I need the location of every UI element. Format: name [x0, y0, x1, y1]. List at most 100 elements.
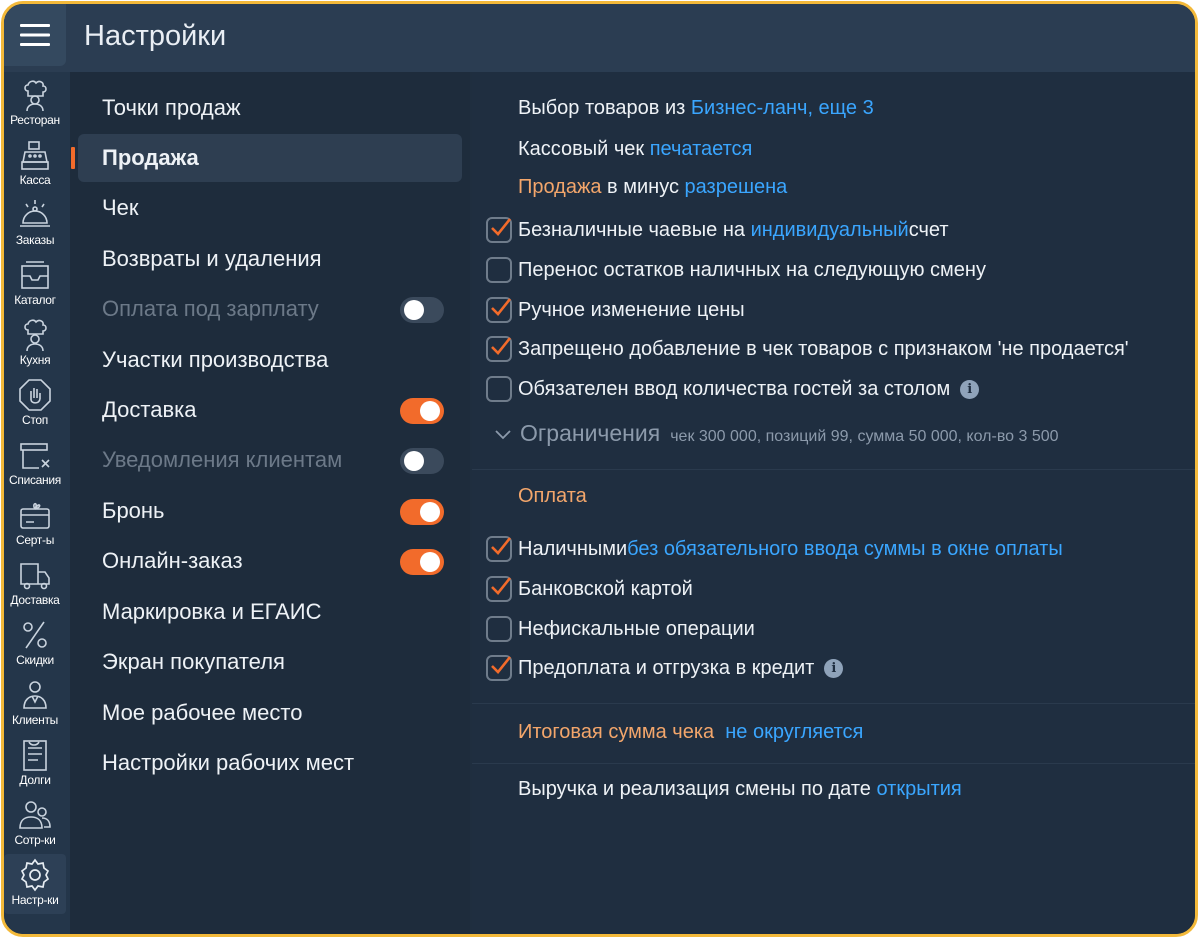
nav-certificates[interactable]: Серт-ы	[4, 494, 66, 554]
checkbox[interactable]	[486, 376, 512, 402]
option-link[interactable]: без обязательного ввода суммы в окне опл…	[627, 538, 1063, 561]
nav-delivery[interactable]: Доставка	[4, 554, 66, 614]
menu-item-label: Онлайн-заказ	[102, 548, 243, 573]
divider	[472, 763, 1195, 764]
nav-settings[interactable]: Настр-ки	[4, 854, 66, 914]
receipt-label: Кассовый чек	[518, 138, 650, 160]
checkbox[interactable]	[486, 616, 512, 642]
client-notifications-toggle[interactable]	[400, 448, 444, 474]
checkbox[interactable]	[486, 336, 512, 362]
settings-content: Выбор товаров из Бизнес-ланч, еще 3 Касс…	[472, 72, 1195, 934]
nav-staff[interactable]: Сотр-ки	[4, 794, 66, 854]
option-guest-count[interactable]: Обязателен ввод количества гостей за сто…	[486, 376, 980, 402]
app-window: Настройки Ресторан Касса Заказы Каталог …	[1, 1, 1198, 937]
toggle-knob	[420, 552, 440, 572]
menu-item-sales-points[interactable]: Точки продаж	[78, 84, 462, 132]
checkbox[interactable]	[486, 217, 512, 243]
nav-label: Касса	[19, 173, 51, 187]
toggle-knob	[404, 451, 424, 471]
checkbox[interactable]	[486, 257, 512, 283]
goods-choice-row: Выбор товаров из Бизнес-ланч, еще 3	[518, 97, 874, 120]
booking-toggle[interactable]	[400, 499, 444, 525]
negative-sale-label: в минус	[601, 176, 685, 198]
menu-item-sale[interactable]: Продажа	[71, 134, 462, 182]
nav-writeoff[interactable]: Списания	[4, 434, 66, 494]
revenue-link[interactable]: открытия	[876, 778, 961, 800]
menu-item-client-notifications[interactable]: Уведомления клиентам	[78, 436, 462, 484]
nav-restaurant[interactable]: Ресторан	[4, 74, 66, 134]
negative-sale-row: Продажа в минус разрешена	[518, 176, 787, 199]
receipt-link[interactable]: печатается	[650, 138, 753, 160]
check-icon	[491, 656, 512, 674]
delivery-toggle[interactable]	[400, 398, 444, 424]
option-cash-payment[interactable]: Наличными без обязательного ввода суммы …	[486, 536, 1063, 562]
option-cash-transfer[interactable]: Перенос остатков наличных на следующую с…	[486, 257, 986, 283]
chevron-down-icon	[495, 430, 511, 440]
option-nonfiscal[interactable]: Нефискальные операции	[486, 616, 755, 642]
salary-payment-toggle[interactable]	[400, 297, 444, 323]
divider	[472, 703, 1195, 704]
checkbox[interactable]	[486, 297, 512, 323]
checkbox[interactable]	[486, 536, 512, 562]
option-link[interactable]: индивидуальный	[751, 219, 909, 242]
checkbox[interactable]	[486, 655, 512, 681]
nav-label: Кухня	[19, 353, 51, 367]
menu-item-label: Настройки рабочих мест	[102, 750, 355, 775]
checkbox[interactable]	[486, 576, 512, 602]
nav-label: Долги	[19, 773, 51, 787]
online-order-toggle[interactable]	[400, 549, 444, 575]
nav-label: Заказы	[15, 233, 55, 247]
nav-label: Настр-ки	[11, 893, 59, 907]
nav-catalog[interactable]: Каталог	[4, 254, 66, 314]
goods-choice-link[interactable]: Бизнес-ланч, еще 3	[691, 97, 874, 119]
option-manual-price[interactable]: Ручное изменение цены	[486, 297, 745, 323]
nav-cashier[interactable]: Касса	[4, 134, 66, 194]
nav-clients[interactable]: Клиенты	[4, 674, 66, 734]
menu-item-label: Продажа	[102, 145, 199, 170]
check-icon	[491, 218, 512, 236]
nav-label: Стоп	[22, 413, 48, 427]
hamburger-icon	[20, 24, 50, 46]
nav-stop[interactable]: Стоп	[4, 374, 66, 434]
option-label: Обязателен ввод количества гостей за сто…	[518, 377, 951, 400]
hamburger-menu-button[interactable]	[4, 4, 66, 66]
percent-icon	[23, 621, 47, 649]
nav-debts[interactable]: Долги	[4, 734, 66, 794]
limits-expander[interactable]: Ограничения чек 300 000, позиций 99, сум…	[494, 420, 1059, 447]
check-icon	[491, 537, 512, 555]
menu-item-salary-payment[interactable]: Оплата под зарплату	[78, 285, 462, 333]
option-label: Предоплата и отгрузка в кредит	[518, 656, 815, 679]
menu-item-delivery[interactable]: Доставка	[78, 386, 462, 434]
option-cashless-tips[interactable]: Безналичные чаевые на индивидуальный сче…	[486, 217, 949, 243]
client-icon	[23, 681, 47, 709]
menu-item-booking[interactable]: Бронь	[78, 487, 462, 535]
menu-item-online-order[interactable]: Онлайн-заказ	[78, 537, 462, 585]
menu-item-customer-display[interactable]: Экран покупателя	[78, 638, 462, 686]
option-prepayment-credit[interactable]: Предоплата и отгрузка в кредит i	[486, 655, 844, 681]
menu-item-production-areas[interactable]: Участки производства	[78, 336, 462, 384]
menu-item-label: Маркировка и ЕГАИС	[102, 599, 322, 624]
nav-discounts[interactable]: Скидки	[4, 614, 66, 674]
cook-icon	[24, 319, 47, 352]
catalog-box-icon	[21, 261, 49, 289]
check-icon	[491, 337, 512, 355]
writeoff-icon	[20, 443, 50, 469]
revenue-row: Выручка и реализация смены по дате откры…	[518, 778, 962, 801]
goods-choice-label: Выбор товаров из	[518, 97, 691, 119]
nav-orders[interactable]: Заказы	[4, 194, 66, 254]
option-forbid-not-for-sale[interactable]: Запрещено добавление в чек товаров с при…	[486, 336, 1129, 362]
menu-item-label: Возвраты и удаления	[102, 246, 322, 271]
info-icon[interactable]: i	[960, 379, 980, 399]
menu-item-returns[interactable]: Возвраты и удаления	[78, 235, 462, 283]
nav-kitchen[interactable]: Кухня	[4, 314, 66, 374]
info-icon[interactable]: i	[824, 658, 844, 678]
rounding-link[interactable]: не округляется	[725, 721, 863, 743]
menu-item-workplace-settings[interactable]: Настройки рабочих мест	[78, 739, 462, 787]
negative-sale-link[interactable]: разрешена	[685, 176, 788, 198]
cloche-icon	[20, 200, 50, 227]
menu-item-receipt[interactable]: Чек	[78, 184, 462, 232]
menu-item-my-workplace[interactable]: Мое рабочее место	[78, 689, 462, 737]
option-card-payment[interactable]: Банковской картой	[486, 576, 693, 602]
nav-label: Ресторан	[10, 113, 60, 127]
menu-item-marking-egais[interactable]: Маркировка и ЕГАИС	[78, 588, 462, 636]
